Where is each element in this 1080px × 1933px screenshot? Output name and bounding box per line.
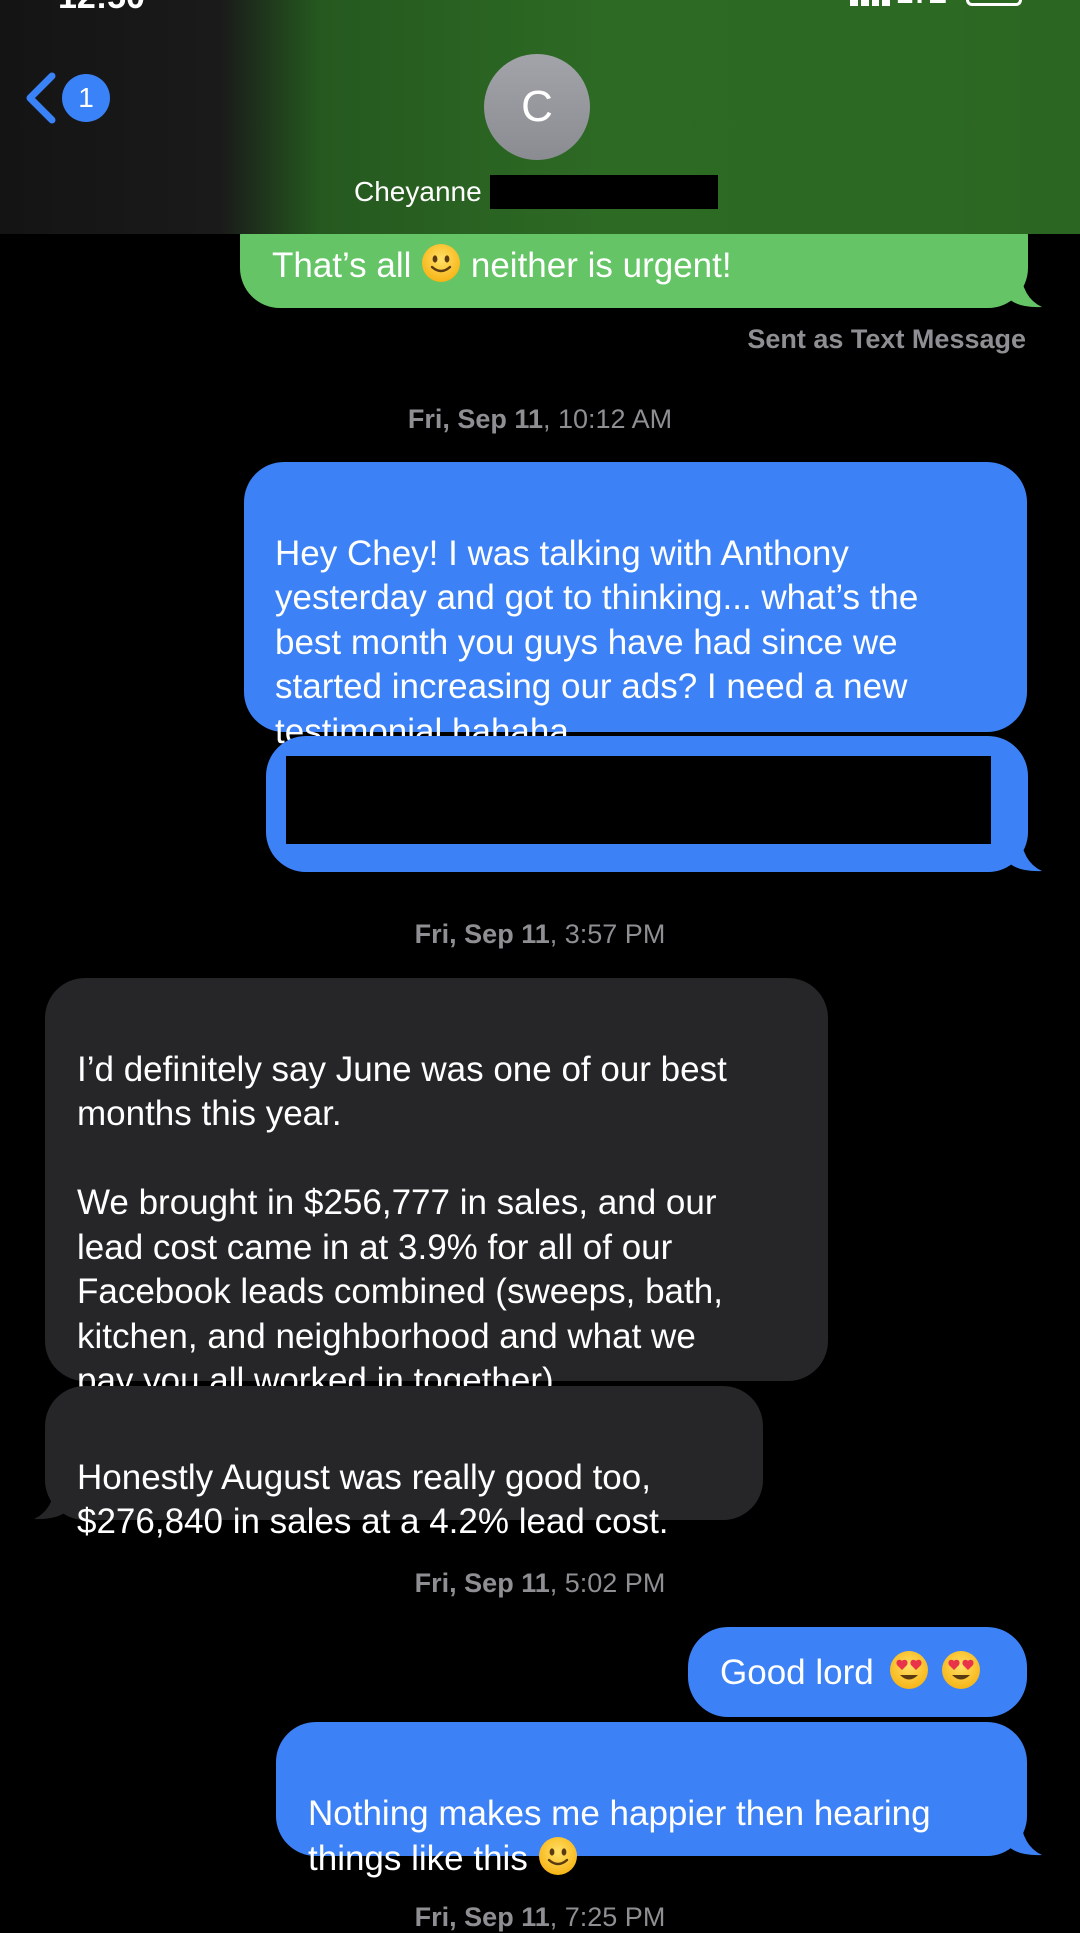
contact-avatar[interactable]: C [484,54,590,160]
message-bubble-sent[interactable]: Nothing makes me happier then hearing th… [276,1722,1027,1878]
network-type: LTE [896,0,947,10]
battery-icon [966,0,1022,6]
contact-name: Cheyanne [354,176,482,207]
redaction-block [489,175,718,209]
bubble-tail [1008,268,1042,308]
message-text: Nothing makes me happier then hearing th… [308,1793,931,1879]
message-bubble-received[interactable]: Honestly August was really good too, $27… [45,1386,763,1541]
message-thread[interactable]: That’s all neither is urgent! Sent as Te… [0,0,1080,1932]
message-bubble-sent[interactable]: Hey Chey! I was talking with Anthony yes… [244,462,1027,751]
status-bar: 12:50 LTE [0,0,1080,16]
message-text: Good lord [720,1653,874,1692]
heart-eyes-face-icon [889,1650,929,1690]
chevron-left-icon [26,72,56,124]
slightly-smiling-face-icon [421,243,461,283]
timestamp: Fri, Sep 11, 5:02 PM [0,1568,1080,1599]
bubble-tail [1008,1816,1042,1856]
heart-eyes-face-icon [941,1650,981,1690]
message-bubble-received[interactable]: I’d definitely say June was one of our b… [45,978,828,1400]
timestamp-day: Fri, Sep 11 [407,404,543,434]
slightly-smiling-face-icon [538,1836,578,1876]
message-bubble-sent[interactable]: Good lord [688,1627,1027,1717]
unread-count-badge: 1 [62,74,110,122]
status-time: 12:50 [58,0,145,17]
timestamp-day: Fri, Sep 11 [414,1568,550,1598]
message-text: I’d definitely say June was one of our b… [77,1049,727,1401]
message-text: neither is urgent! [461,246,732,285]
back-button[interactable]: 1 [22,66,114,130]
timestamp: Fri, Sep 11, 3:57 PM [0,919,1080,950]
timestamp-time: , 7:25 PM [549,1902,666,1932]
bubble-tail [34,1480,68,1520]
bubble-tail [1008,832,1042,872]
message-text: Hey Chey! I was talking with Anthony yes… [275,533,919,751]
timestamp-day: Fri, Sep 11 [414,919,550,949]
message-text: Honestly August was really good too, $27… [77,1457,669,1542]
timestamp-time: , 10:12 AM [542,404,673,434]
timestamp: Fri, Sep 11, 7:25 PM [0,1902,1080,1933]
timestamp-time: , 5:02 PM [549,1568,666,1598]
redaction-block [286,756,991,844]
conversation-header: 12:50 LTE 1 C Cheyanne [0,0,1080,234]
timestamp: Fri, Sep 11, 10:12 AM [0,404,1080,435]
signal-strength-icon [850,0,890,6]
timestamp-time: , 3:57 PM [549,919,666,949]
message-text: That’s all [272,246,422,285]
contact-name-row[interactable]: Cheyanne [354,174,718,210]
delivery-status: Sent as Text Message [747,324,1026,354]
timestamp-day: Fri, Sep 11 [414,1902,550,1932]
